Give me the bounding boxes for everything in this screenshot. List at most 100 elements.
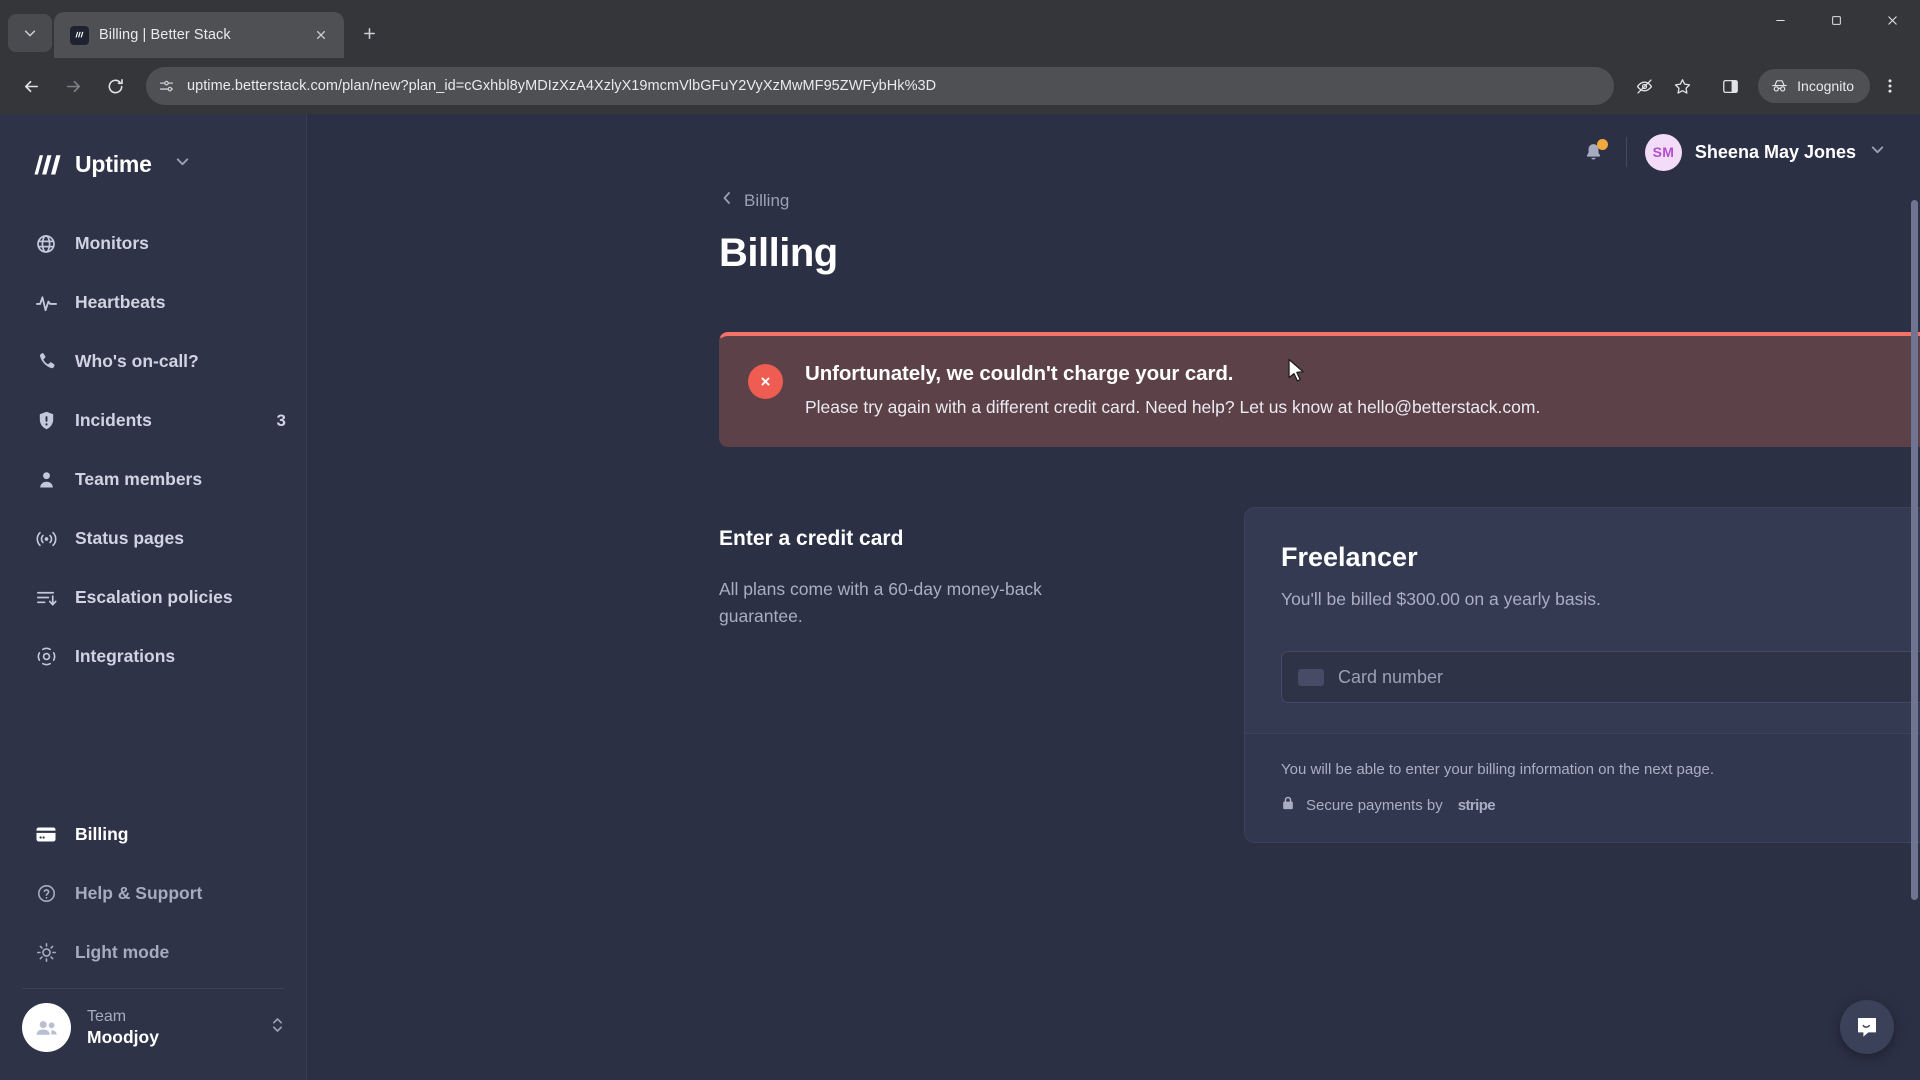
side-panel-icon[interactable]	[1712, 68, 1748, 104]
breadcrumb[interactable]: Billing	[719, 190, 789, 211]
scrollbar-thumb[interactable]	[1911, 200, 1918, 900]
user-menu[interactable]: SM Sheena May Jones	[1645, 134, 1886, 171]
section-heading: Enter a credit card	[719, 527, 1244, 551]
brand-switcher[interactable]: Uptime	[0, 114, 306, 190]
sidebar-item-label: Heartbeats	[75, 292, 286, 313]
broadcast-icon	[34, 528, 58, 550]
sidebar-nav-lower: Billing Help & Support Light mode	[0, 805, 306, 1080]
chevron-down-icon	[174, 153, 191, 175]
person-icon	[34, 469, 58, 490]
profile-label: Incognito	[1797, 78, 1854, 94]
eye-off-icon[interactable]	[1626, 68, 1662, 104]
sidebar-item-label: Help & Support	[75, 883, 286, 904]
sidebar-item-help-support[interactable]: Help & Support	[0, 864, 306, 923]
sidebar-item-monitors[interactable]: Monitors	[0, 214, 306, 273]
star-icon[interactable]	[1664, 68, 1700, 104]
error-circle-x-icon	[748, 364, 783, 399]
sidebar-item-team-members[interactable]: Team members	[0, 450, 306, 509]
breadcrumb-label: Billing	[744, 191, 789, 211]
back-arrow-icon[interactable]	[12, 67, 50, 105]
integrations-icon	[34, 646, 58, 667]
sidebar-item-label: Escalation policies	[75, 587, 286, 608]
shield-alert-icon	[34, 410, 58, 431]
tab-strip: Billing | Better Stack	[0, 0, 1920, 58]
tab-search-button[interactable]	[8, 14, 52, 52]
stripe-logo: stripe	[1458, 797, 1495, 814]
sidebar-item-incidents[interactable]: Incidents 3	[0, 391, 306, 450]
card-brand-icon	[1298, 669, 1324, 686]
forward-arrow-icon[interactable]	[54, 67, 92, 105]
incognito-hat-icon	[1770, 77, 1789, 96]
plan-header: Freelancer You'll be billed $300.00 on a…	[1281, 542, 1920, 615]
window-maximize-button[interactable]	[1808, 0, 1864, 40]
card-number-placeholder: Card number	[1338, 667, 1920, 688]
top-bar: SM Sheena May Jones	[307, 114, 1920, 190]
window-minimize-button[interactable]	[1752, 0, 1808, 40]
plan-card-top: Freelancer You'll be billed $300.00 on a…	[1245, 508, 1920, 733]
sidebar-item-heartbeats[interactable]: Heartbeats	[0, 273, 306, 332]
sidebar-item-status-pages[interactable]: Status pages	[0, 509, 306, 568]
billing-next-page-note: You will be able to enter your billing i…	[1281, 761, 1714, 778]
sidebar-item-integrations[interactable]: Integrations	[0, 627, 306, 686]
page-scrollbar[interactable]	[1909, 114, 1920, 1080]
team-switcher[interactable]: Team Moodjoy	[0, 989, 306, 1070]
question-mark-icon	[34, 883, 58, 904]
notifications-button[interactable]	[1572, 130, 1616, 174]
alert-title: Unfortunately, we couldn't charge your c…	[805, 362, 1540, 386]
error-alert: Unfortunately, we couldn't charge your c…	[719, 332, 1920, 447]
uptime-bars-logo-icon	[34, 153, 65, 175]
plan-billing-note: You'll be billed $300.00 on a yearly bas…	[1281, 589, 1601, 610]
three-dot-menu-icon[interactable]	[1872, 68, 1908, 104]
sidebar: Uptime Monitors Heartbeats	[0, 114, 307, 1080]
chevron-up-down-icon	[271, 1013, 284, 1042]
tab-title: Billing | Better Stack	[99, 27, 298, 43]
credit-card-icon	[34, 825, 58, 844]
plan-left: Freelancer You'll be billed $300.00 on a…	[1281, 542, 1601, 610]
footer-text: You will be able to enter your billing i…	[1281, 761, 1714, 815]
phone-icon	[34, 351, 58, 372]
url-text: uptime.betterstack.com/plan/new?plan_id=…	[187, 78, 936, 94]
sidebar-item-escalation-policies[interactable]: Escalation policies	[0, 568, 306, 627]
sidebar-item-label: Billing	[75, 824, 286, 845]
site-settings-icon	[158, 78, 175, 95]
main-area: SM Sheena May Jones Billing Billing	[307, 114, 1920, 1080]
sidebar-item-label: Who's on-call?	[75, 351, 286, 372]
globe-icon	[34, 233, 58, 255]
plan-name: Freelancer	[1281, 542, 1601, 573]
card-number-field[interactable]: Card number Autofill link	[1281, 651, 1920, 703]
new-tab-button[interactable]	[352, 16, 386, 50]
window-close-button[interactable]	[1864, 0, 1920, 40]
notification-unread-dot	[1597, 139, 1608, 150]
chat-widget-button[interactable]	[1840, 1000, 1894, 1054]
browser-toolbar: uptime.betterstack.com/plan/new?plan_id=…	[0, 58, 1920, 114]
toolbar-icons: Incognito	[1626, 68, 1908, 104]
sidebar-item-billing[interactable]: Billing	[0, 805, 306, 864]
sidebar-item-light-mode[interactable]: Light mode	[0, 923, 306, 982]
incidents-count-badge: 3	[277, 411, 286, 431]
chevron-left-icon	[719, 190, 735, 211]
sidebar-item-label: Monitors	[75, 233, 286, 254]
escalation-icon	[34, 587, 58, 609]
sidebar-nav: Monitors Heartbeats Who's on-call?	[0, 190, 306, 686]
incognito-profile-chip[interactable]: Incognito	[1758, 69, 1870, 103]
alert-text: Unfortunately, we couldn't charge your c…	[805, 362, 1540, 418]
sidebar-item-label: Incidents	[75, 410, 260, 431]
team-name: Moodjoy	[87, 1027, 255, 1049]
reload-icon[interactable]	[96, 67, 134, 105]
sun-icon	[34, 942, 58, 963]
sidebar-item-label: Light mode	[75, 942, 286, 963]
team-people-icon	[22, 1003, 71, 1052]
avatar: SM	[1645, 134, 1682, 171]
sidebar-item-whos-on-call[interactable]: Who's on-call?	[0, 332, 306, 391]
lock-icon	[1281, 795, 1295, 815]
address-bar[interactable]: uptime.betterstack.com/plan/new?plan_id=…	[146, 67, 1614, 105]
sidebar-item-label: Status pages	[75, 528, 286, 549]
browser-tab[interactable]: Billing | Better Stack	[54, 12, 344, 58]
credit-card-info-column: Enter a credit card All plans come with …	[719, 507, 1244, 843]
page-title: Billing	[719, 231, 1727, 276]
secure-payments-row: Secure payments by stripe	[1281, 795, 1714, 815]
tab-close-button[interactable]	[308, 22, 334, 48]
chat-smile-icon	[1854, 1014, 1880, 1040]
betterstack-logo-icon	[70, 26, 89, 45]
team-label: Team	[87, 1007, 255, 1027]
